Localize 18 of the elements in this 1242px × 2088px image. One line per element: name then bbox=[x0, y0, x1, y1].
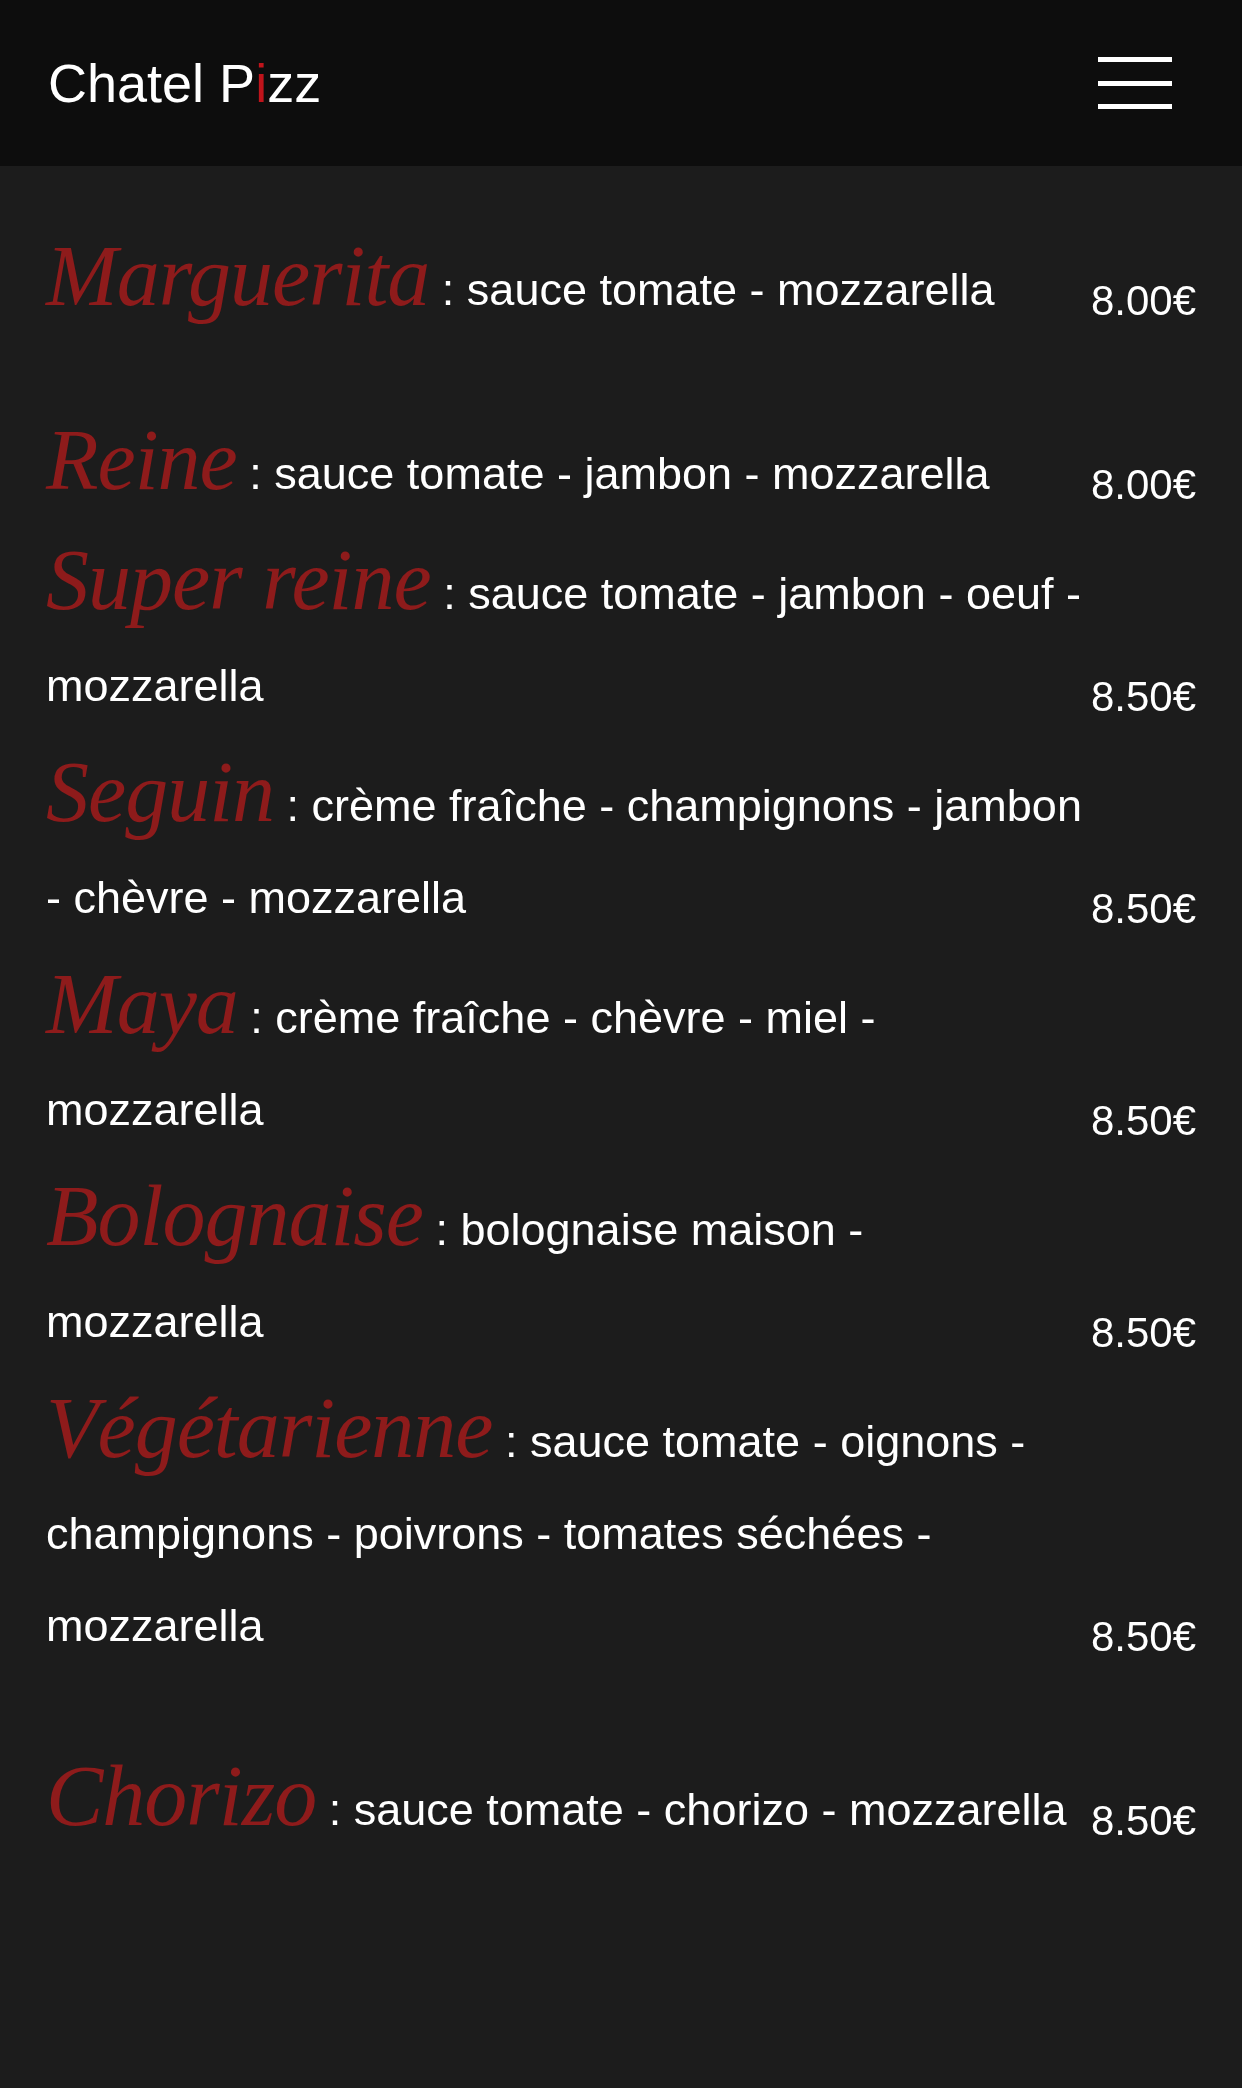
pizza-price: 8.50€ bbox=[1090, 1308, 1196, 1358]
pizza-price: 8.50€ bbox=[1090, 1796, 1196, 1846]
pizza-price: 8.00€ bbox=[1090, 460, 1196, 510]
pizza-description: Bolognaise: bolognaise maison - mozzarella bbox=[46, 1170, 865, 1349]
pizza-description: Seguin: crème fraîche - champignons - jambon - chèvre - mozzarella bbox=[46, 746, 1083, 925]
pizza-price: 8.00€ bbox=[1090, 276, 1196, 326]
menu-icon[interactable] bbox=[1098, 57, 1172, 109]
pizza-description: Reine: sauce tomate - jambon - mozzarella bbox=[46, 414, 991, 510]
site-title[interactable]: Chatel Pizz bbox=[48, 52, 322, 114]
pizza-description: Super reine: sauce tomate - jambon - oeuf - mozzarella bbox=[46, 534, 1082, 713]
pizza-price: 8.50€ bbox=[1090, 1096, 1196, 1146]
pizza-description: Chorizo: sauce tomate - chorizo - mozzarella bbox=[46, 1750, 1068, 1846]
pizza-description: Marguerita: sauce tomate - mozzarella bbox=[46, 230, 996, 326]
pizza-description: Maya: crème fraîche - chèvre - miel - mozzarella bbox=[46, 958, 877, 1137]
pizza-description: Végétarienne: sauce tomate - oignons - champignons - poivrons - tomates séchées - mozzarella bbox=[46, 1382, 1027, 1653]
pizza-price: 8.50€ bbox=[1090, 884, 1196, 934]
pizza-price: 8.50€ bbox=[1090, 1612, 1196, 1662]
pizza-price: 8.50€ bbox=[1090, 672, 1196, 722]
